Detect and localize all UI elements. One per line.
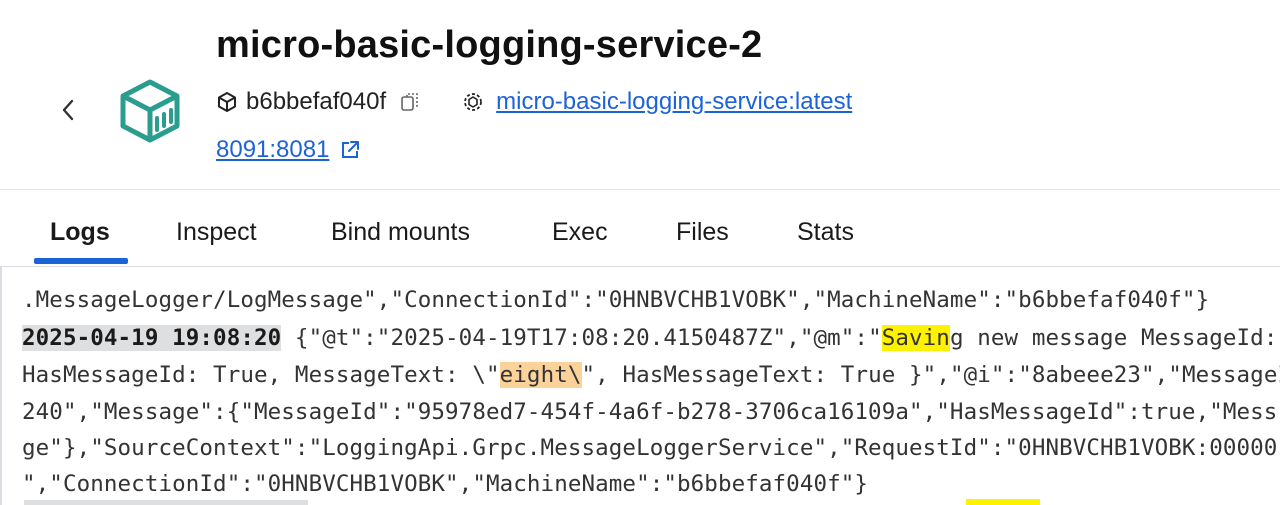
log-line: 240","Message":{"MessageId":"95978ed7-45… bbox=[22, 399, 1278, 425]
image-icon bbox=[464, 93, 483, 111]
container-header: micro-basic-logging-service-2 b6bbefaf04… bbox=[0, 0, 1280, 190]
log-text: HasMessageId: True, MessageText: \" bbox=[22, 362, 500, 388]
chevron-left-icon bbox=[62, 99, 74, 121]
tab-inspect[interactable]: Inspect bbox=[176, 218, 257, 247]
log-line: ge"},"SourceContext":"LoggingApi.Grpc.Me… bbox=[22, 435, 1278, 461]
header-divider bbox=[0, 189, 1280, 190]
tab-logs[interactable]: Logs bbox=[50, 218, 110, 247]
back-button[interactable] bbox=[56, 92, 80, 128]
log-text: g new message MessageId: 95978ed7 bbox=[949, 325, 1278, 351]
container-id-icon bbox=[218, 92, 236, 112]
log-line: .MessageLogger/LogMessage","ConnectionId… bbox=[22, 287, 1210, 313]
log-line: HasMessageId: True, MessageText: \"eight… bbox=[22, 362, 1280, 388]
container-meta-row: b6bbefaf040f micro-basic-logging-service… bbox=[216, 88, 852, 116]
log-viewer[interactable]: .MessageLogger/LogMessage","ConnectionId… bbox=[0, 267, 1280, 505]
log-timestamp: 2025-04-19 19:08:20 bbox=[22, 325, 282, 351]
next-match-highlight-peek bbox=[966, 499, 1040, 505]
log-text: ", HasMessageText: True }","@i":"8abeee2… bbox=[581, 362, 1280, 388]
tab-stats[interactable]: Stats bbox=[797, 218, 854, 247]
next-log-timestamp-peek bbox=[24, 500, 308, 505]
port-link[interactable]: 8091:8081 bbox=[216, 136, 329, 164]
ports-row: 8091:8081 bbox=[216, 136, 361, 164]
container-icon bbox=[120, 79, 180, 143]
log-line: ","ConnectionId":"0HNBVCHB1VOBK","Machin… bbox=[22, 471, 869, 497]
page-title: micro-basic-logging-service-2 bbox=[216, 24, 763, 66]
active-tab-indicator bbox=[34, 258, 128, 264]
copy-icon[interactable] bbox=[400, 91, 420, 113]
tab-exec[interactable]: Exec bbox=[552, 218, 608, 247]
log-line: 2025-04-19 19:08:20 {"@t":"2025-04-19T17… bbox=[22, 325, 1280, 351]
search-match-highlight: Savin bbox=[881, 325, 950, 351]
tab-bar: Logs Inspect Bind mounts Exec Files Stat… bbox=[0, 200, 1280, 266]
log-text: {"@t":"2025-04-19T17:08:20.4150487Z","@m… bbox=[281, 325, 882, 351]
image-link[interactable]: micro-basic-logging-service:latest bbox=[496, 88, 852, 116]
tab-bind-mounts[interactable]: Bind mounts bbox=[331, 218, 470, 247]
external-link-icon[interactable] bbox=[339, 139, 361, 161]
container-id: b6bbefaf040f bbox=[246, 88, 387, 115]
tab-files[interactable]: Files bbox=[676, 218, 729, 247]
current-match-highlight: eight\ bbox=[499, 362, 582, 388]
